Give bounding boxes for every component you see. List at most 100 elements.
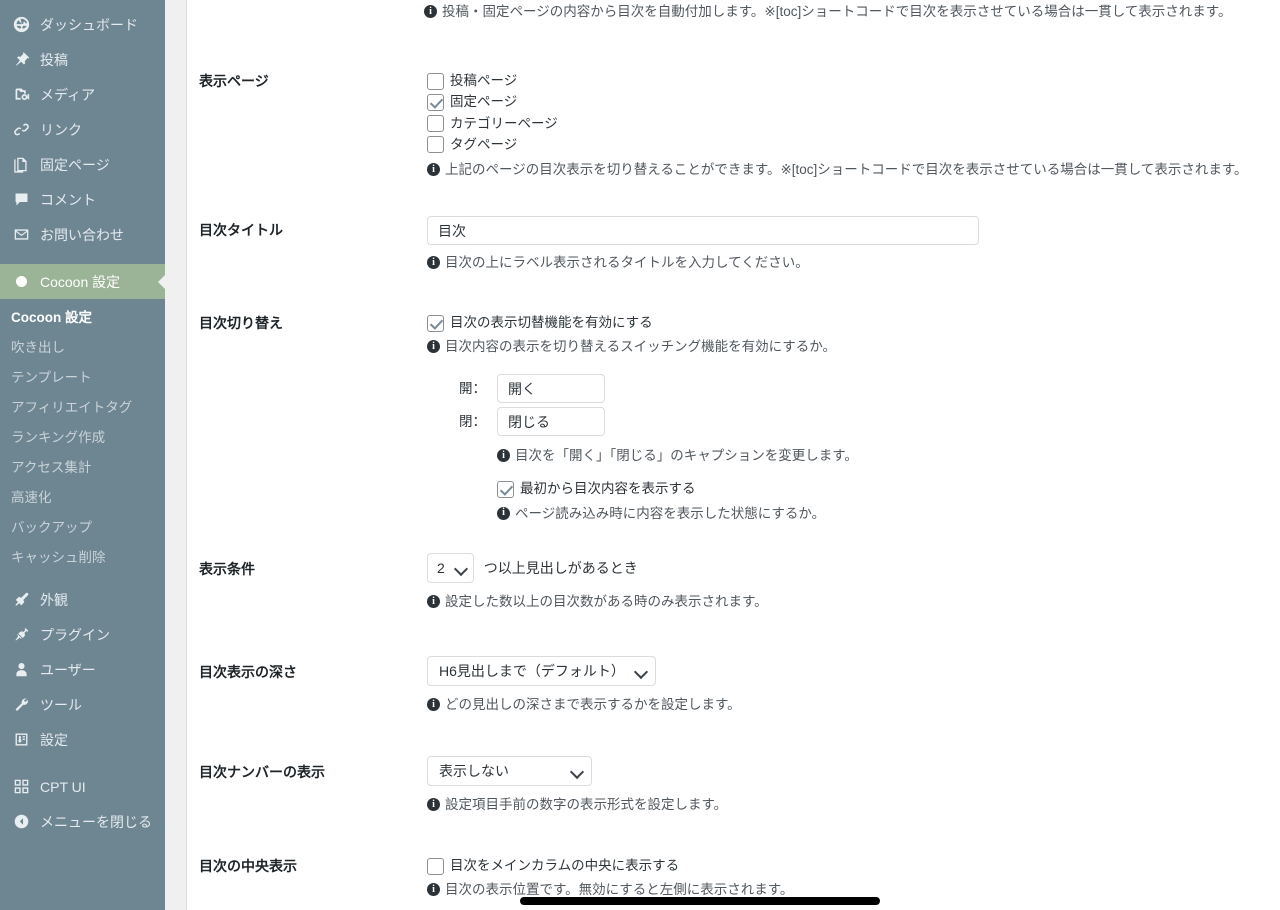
display-pages-description: i 上記のページの目次表示を切り替えることができます。※[toc]ショートコード… [427, 161, 1280, 179]
toc-depth-select[interactable]: H6見出しまで（デフォルト） [427, 656, 656, 686]
horizontal-scrollbar-thumb[interactable] [520, 897, 880, 905]
info-icon: i [427, 256, 440, 269]
sidebar-submenu: Cocoon 設定 吹き出し テンプレート アフィリエイトタグ ランキング作成 … [0, 299, 165, 582]
checkbox-toc-center[interactable] [427, 857, 444, 875]
sidebar-item-cocoon-settings[interactable]: Cocoon 設定 [0, 264, 165, 299]
row-field-toc-depth: H6見出しまで（デフォルト） i どの見出しの深さまで表示するかを設定します。 [427, 656, 1280, 714]
row-label-display-condition: 表示条件 [199, 561, 255, 577]
toc-number-description-text: 設定項目手前の数字の表示形式を設定します。 [445, 797, 728, 812]
checkbox-row-category-page[interactable]: カテゴリーページ [427, 114, 1280, 134]
checkbox-label-enable-toggle: 目次の表示切替機能を有効にする [450, 315, 653, 330]
open-caption-label: 開： [459, 380, 486, 396]
sidebar-item-posts[interactable]: 投稿 [0, 42, 165, 77]
row-label-display-pages: 表示ページ [199, 73, 269, 89]
collapse-icon [11, 812, 31, 832]
submenu-item-speedup[interactable]: 高速化 [0, 483, 165, 513]
menu-separator-2 [0, 757, 165, 769]
row-label-toc-toggle: 目次切り替え [199, 315, 283, 331]
sidebar-item-label: メディア [40, 86, 96, 103]
initial-display-description-text: ページ読み込み時に内容を表示した状態にするか。 [515, 505, 826, 521]
sidebar-item-plugins[interactable]: プラグイン [0, 617, 165, 652]
submenu-item-ranking[interactable]: ランキング作成 [0, 423, 165, 453]
display-condition-select-value: 2 [437, 559, 445, 576]
row-toc-number: 目次ナンバーの表示 表示しない i 設定項目手前の数字の表示形式を設定します。 [187, 756, 1280, 814]
sidebar-item-contact[interactable]: お問い合わせ [0, 217, 165, 252]
info-icon: i [497, 506, 510, 520]
checkbox-tag-page[interactable] [427, 136, 444, 154]
submenu-item-speech-balloon[interactable]: 吹き出し [0, 333, 165, 363]
checkbox-row-toc-center[interactable]: 目次をメインカラムの中央に表示する [427, 856, 1280, 876]
sidebar-item-label: Cocoon 設定 [40, 273, 121, 290]
checkbox-initial-display[interactable] [497, 480, 514, 498]
tools-icon [11, 695, 31, 715]
row-field-toc-title: i 目次の上にラベル表示されるタイトルを入力してください。 [427, 216, 1280, 272]
row-field-display-pages: 投稿ページ 固定ページ カテゴリーページ タグページ i 上記のページの目次表示… [427, 71, 1280, 179]
checkbox-row-fixed-page[interactable]: 固定ページ [427, 92, 1280, 112]
sidebar-item-label: ツール [40, 696, 82, 713]
submenu-item-cocoon-settings[interactable]: Cocoon 設定 [0, 303, 165, 333]
checkbox-enable-toggle[interactable] [427, 314, 444, 332]
checkbox-label-post-page: 投稿ページ [450, 73, 518, 88]
checkbox-row-tag-page[interactable]: タグページ [427, 135, 1280, 155]
info-icon: i [427, 595, 440, 608]
row-label-toc-number: 目次ナンバーの表示 [199, 764, 325, 780]
sidebar-item-media[interactable]: メディア [0, 77, 165, 112]
sidebar-item-dashboard[interactable]: ダッシュボード [0, 7, 165, 42]
checkbox-label-initial-display: 最初から目次内容を表示する [520, 481, 696, 497]
sidebar-item-label: メニューを閉じる [40, 813, 152, 830]
toc-number-select[interactable]: 表示しない [427, 756, 592, 786]
sidebar-item-label: 投稿 [40, 51, 68, 68]
row-toc-toggle: 目次切り替え 目次の表示切替機能を有効にする i 目次内容の表示を切り替えるスイ… [187, 313, 1280, 523]
admin-sidebar: ダッシュボード 投稿 メディア リンク 固定ページ コメント お問い合わせ Co… [0, 0, 165, 910]
sidebar-item-tools[interactable]: ツール [0, 687, 165, 722]
toc-title-description-text: 目次の上にラベル表示されるタイトルを入力してください。 [445, 255, 809, 270]
dashboard-icon [11, 15, 31, 35]
submenu-item-access-stats[interactable]: アクセス集計 [0, 453, 165, 483]
submenu-item-template[interactable]: テンプレート [0, 363, 165, 393]
mail-icon [11, 225, 31, 245]
submenu-item-clear-cache[interactable]: キャッシュ削除 [0, 543, 165, 573]
chevron-down-icon [571, 765, 583, 777]
checkbox-fixed-page[interactable] [427, 93, 444, 111]
submenu-item-backup[interactable]: バックアップ [0, 513, 165, 543]
sidebar-item-links[interactable]: リンク [0, 112, 165, 147]
info-icon: i [497, 449, 510, 463]
cpt-ui-icon [11, 777, 31, 797]
checkbox-row-post-page[interactable]: 投稿ページ [427, 71, 1280, 91]
settings-content: i 投稿・固定ページの内容から目次を自動付加します。※[toc]ショートコードで… [187, 0, 1280, 910]
toc-title-input[interactable] [427, 216, 979, 245]
close-caption-label: 閉： [459, 413, 486, 429]
checkbox-post-page[interactable] [427, 72, 444, 90]
close-caption-input[interactable] [497, 407, 605, 437]
sidebar-item-settings[interactable]: 設定 [0, 722, 165, 757]
sidebar-item-users[interactable]: ユーザー [0, 652, 165, 687]
submenu-item-affiliate-tag[interactable]: アフィリエイトタグ [0, 393, 165, 423]
sidebar-item-label: お問い合わせ [40, 226, 124, 243]
sidebar-item-pages[interactable]: 固定ページ [0, 147, 165, 182]
admin-page: ダッシュボード 投稿 メディア リンク 固定ページ コメント お問い合わせ Co… [0, 0, 1280, 910]
sidebar-item-label: 設定 [40, 731, 68, 748]
pin-icon [11, 50, 31, 70]
open-caption-input[interactable] [497, 374, 605, 404]
checkbox-row-initial-display[interactable]: 最初から目次内容を表示する [497, 479, 1280, 499]
checkbox-category-page[interactable] [427, 115, 444, 133]
menu-separator [0, 252, 165, 264]
checkbox-row-enable-toggle[interactable]: 目次の表示切替機能を有効にする [427, 313, 1280, 333]
sidebar-item-appearance[interactable]: 外観 [0, 582, 165, 617]
row-field-toc-toggle: 目次の表示切替機能を有効にする i 目次内容の表示を切り替えるスイッチング機能を… [427, 313, 1280, 523]
sidebar-item-label: ユーザー [40, 661, 96, 678]
info-icon: i [427, 798, 440, 811]
row-field-display-condition: 2 つ以上見出しがあるとき i 設定した数以上の目次数がある時のみ表示されます。 [427, 553, 1280, 611]
row-display-condition: 表示条件 2 つ以上見出しがあるとき i 設定した数以上の目次数がある時のみ表示… [187, 553, 1280, 611]
pages-icon [11, 155, 31, 175]
sidebar-item-label: CPT UI [40, 778, 86, 795]
display-condition-description: i 設定した数以上の目次数がある時のみ表示されます。 [427, 593, 1280, 611]
sidebar-item-collapse-menu[interactable]: メニューを閉じる [0, 804, 165, 839]
sidebar-item-label: リンク [40, 121, 82, 138]
sidebar-item-comments[interactable]: コメント [0, 182, 165, 217]
display-condition-select[interactable]: 2 [427, 553, 474, 583]
settings-icon [11, 730, 31, 750]
row-field-toc-number: 表示しない i 設定項目手前の数字の表示形式を設定します。 [427, 756, 1280, 814]
horizontal-scrollbar[interactable] [0, 893, 1280, 910]
sidebar-item-cpt-ui[interactable]: CPT UI [0, 769, 165, 804]
